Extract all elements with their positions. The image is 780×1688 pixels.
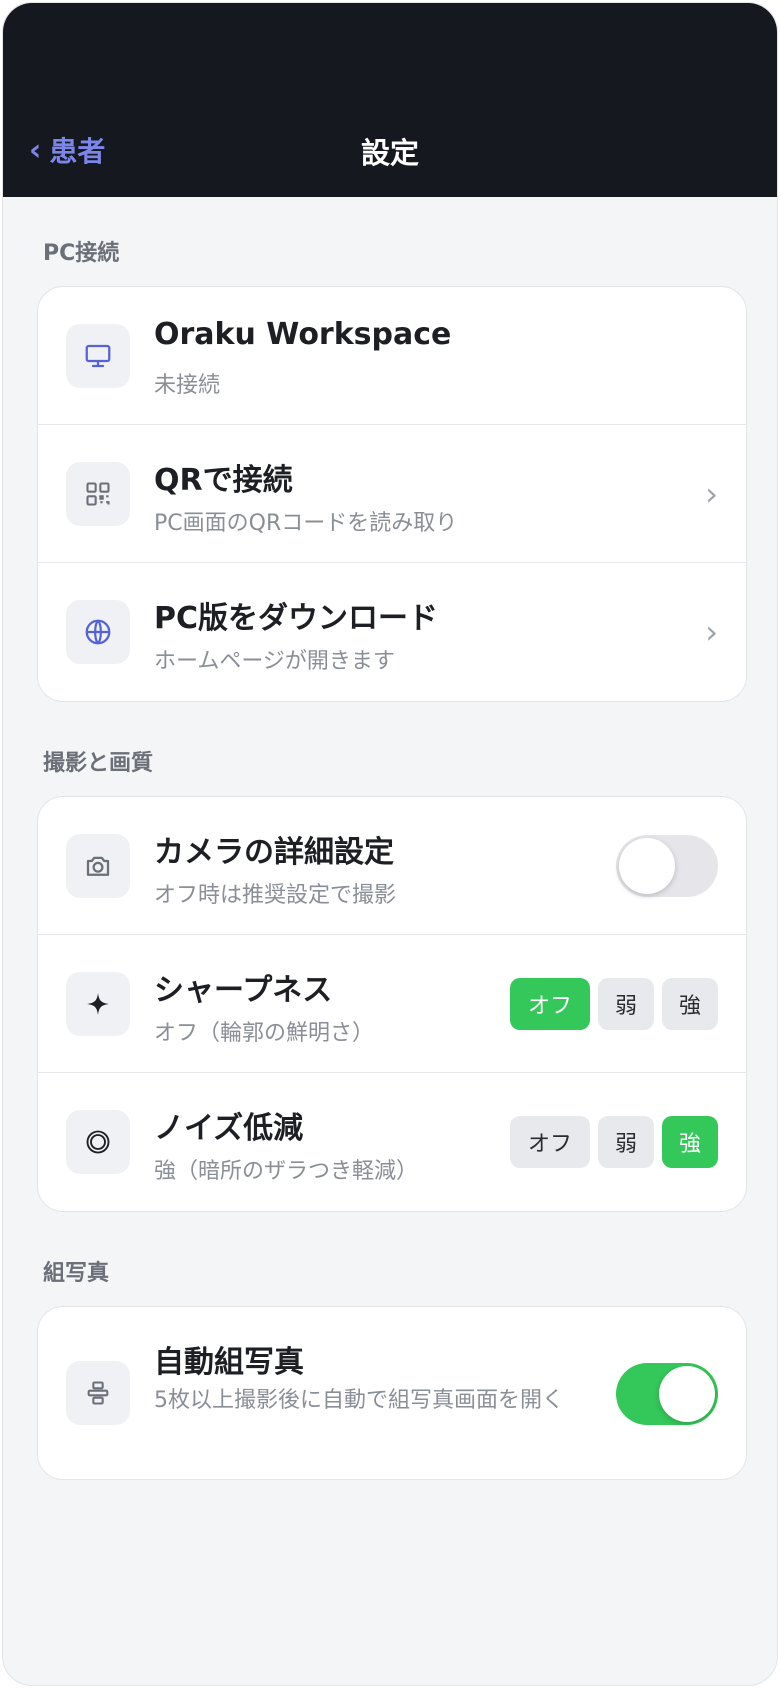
- workspace-status-row: Oraku Workspace 未接続: [38, 287, 746, 425]
- qr-connect-row[interactable]: QRで接続 PC画面のQRコードを読み取り ›: [38, 425, 746, 563]
- qr-code-icon: [66, 462, 130, 526]
- section-label-collage: 組写真: [43, 1261, 110, 1286]
- sharpness-segmented-control: オフ 弱 強: [510, 978, 718, 1030]
- workspace-status: 未接続: [154, 373, 221, 398]
- chevron-right-icon: ›: [705, 613, 718, 651]
- nav-header: ‹ 患者 設定: [3, 3, 777, 197]
- noise-option-off[interactable]: オフ: [510, 1116, 590, 1168]
- workspace-title: Oraku Workspace: [154, 317, 452, 352]
- sharpness-option-weak[interactable]: 弱: [598, 978, 654, 1030]
- download-pc-row[interactable]: PC版をダウンロード ホームページが開きます ›: [38, 563, 746, 701]
- download-subtitle: ホームページが開きます: [154, 649, 395, 674]
- monitor-icon: [66, 324, 130, 388]
- section-label-pc: PC接続: [43, 241, 120, 266]
- section-label-capture: 撮影と画質: [43, 751, 154, 776]
- settings-screen: ‹ 患者 設定 PC接続 Oraku Workspace 未接続 QRで接続 P…: [2, 2, 778, 1686]
- qr-connect-title: QRで接続: [154, 463, 293, 498]
- noise-title: ノイズ低減: [154, 1111, 304, 1146]
- collage-card: 自動組写真 5枚以上撮影後に自動で組写真画面を開く: [37, 1306, 747, 1480]
- noise-subtitle: 強（暗所のザラつき軽減）: [154, 1159, 419, 1184]
- noise-segmented-control: オフ 弱 強: [510, 1116, 718, 1168]
- sharpness-title: シャープネス: [154, 973, 333, 1008]
- camera-advanced-title: カメラの詳細設定: [154, 835, 394, 870]
- download-title: PC版をダウンロード: [154, 601, 439, 636]
- pc-connection-card: Oraku Workspace 未接続 QRで接続 PC画面のQRコードを読み取…: [37, 286, 747, 702]
- page-title: 設定: [360, 136, 419, 170]
- auto-collage-row: 自動組写真 5枚以上撮影後に自動で組写真画面を開く: [38, 1307, 746, 1479]
- collage-icon: [66, 1361, 130, 1425]
- noise-reduction-row: ノイズ低減 強（暗所のザラつき軽減） オフ 弱 強: [38, 1073, 746, 1211]
- camera-advanced-subtitle: オフ時は推奨設定で撮影: [154, 883, 397, 908]
- sparkle-icon: [66, 972, 130, 1036]
- sharpness-subtitle: オフ（輪郭の鮮明さ）: [154, 1021, 375, 1046]
- sharpness-option-off[interactable]: オフ: [510, 978, 590, 1030]
- camera-advanced-row: カメラの詳細設定 オフ時は推奨設定で撮影: [38, 797, 746, 935]
- noise-circles-icon: [66, 1110, 130, 1174]
- auto-collage-toggle[interactable]: [616, 1363, 718, 1425]
- qr-connect-subtitle: PC画面のQRコードを読み取り: [154, 511, 458, 536]
- camera-icon: [66, 834, 130, 898]
- auto-collage-subtitle: 5枚以上撮影後に自動で組写真画面を開く: [154, 1388, 564, 1413]
- auto-collage-title: 自動組写真: [154, 1345, 304, 1380]
- noise-option-strong[interactable]: 強: [662, 1116, 718, 1168]
- toggle-knob: [659, 1366, 715, 1422]
- camera-advanced-toggle[interactable]: [616, 835, 718, 897]
- capture-quality-card: カメラの詳細設定 オフ時は推奨設定で撮影 シャープネス オフ（輪郭の鮮明さ） オ…: [37, 796, 747, 1212]
- sharpness-row: シャープネス オフ（輪郭の鮮明さ） オフ 弱 強: [38, 935, 746, 1073]
- globe-icon: [66, 600, 130, 664]
- chevron-right-icon: ›: [705, 475, 718, 513]
- toggle-knob: [619, 838, 675, 894]
- noise-option-weak[interactable]: 弱: [598, 1116, 654, 1168]
- sharpness-option-strong[interactable]: 強: [662, 978, 718, 1030]
